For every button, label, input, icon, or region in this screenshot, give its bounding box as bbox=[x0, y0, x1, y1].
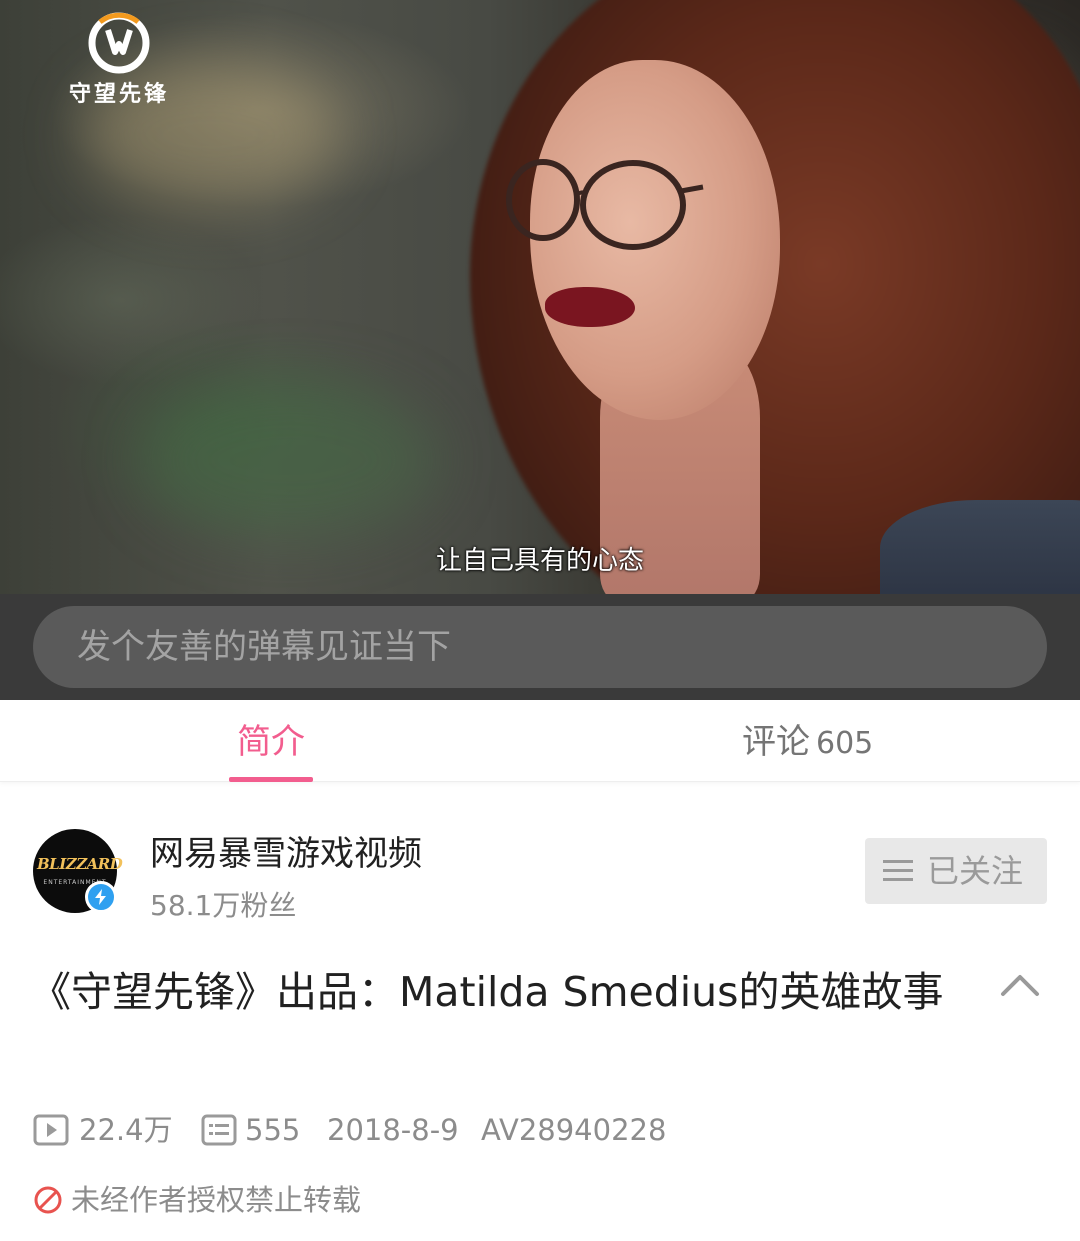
uploader-name[interactable]: 网易暴雪游戏视频 bbox=[150, 826, 422, 875]
tab-comments[interactable]: 评论 605 bbox=[742, 700, 902, 782]
background-bokeh bbox=[140, 380, 440, 540]
chevron-up-icon[interactable] bbox=[1000, 972, 1040, 998]
overwatch-logo-icon bbox=[88, 12, 150, 74]
danmaku-bar: 发个友善的弹幕见证当下 bbox=[0, 594, 1080, 700]
video-subtitle: 让自己具有的心态 bbox=[435, 546, 644, 576]
follow-button[interactable]: 已关注 bbox=[865, 838, 1047, 904]
prohibited-icon bbox=[34, 1186, 62, 1214]
avatar-logo-text: BLIZZARD bbox=[37, 855, 123, 873]
person-lips bbox=[545, 287, 635, 327]
avatar[interactable]: BLIZZARD ENTERTAINMENT bbox=[33, 829, 123, 913]
copyright-text: 未经作者授权禁止转载 bbox=[71, 1183, 362, 1217]
video-detail-page: 守望先锋 让自己具有的心态 发个友善的弹幕见证当下 简介 评论 605 BLIZZ… bbox=[0, 0, 1080, 1241]
follow-button-label: 已关注 bbox=[927, 852, 1024, 890]
view-count: 22.4万 bbox=[79, 1113, 173, 1147]
danmaku-count: 555 bbox=[245, 1113, 301, 1147]
glasses-graphic bbox=[506, 159, 704, 250]
publish-date: 2018-8-9 bbox=[327, 1113, 459, 1147]
menu-lines-icon bbox=[883, 860, 913, 881]
danmaku-icon bbox=[201, 1114, 237, 1146]
tab-comments-label: 评论 bbox=[742, 722, 810, 762]
tab-intro[interactable]: 简介 bbox=[229, 700, 313, 782]
play-icon bbox=[33, 1114, 69, 1146]
uploader-fans: 58.1万粉丝 bbox=[150, 889, 297, 922]
av-id: AV28940228 bbox=[481, 1113, 667, 1147]
active-tab-indicator bbox=[229, 777, 313, 782]
comments-count: 605 bbox=[816, 726, 874, 761]
overwatch-watermark: 守望先锋 bbox=[54, 12, 184, 107]
danmaku-input[interactable]: 发个友善的弹幕见证当下 bbox=[33, 606, 1047, 688]
lightning-verify-icon bbox=[95, 889, 106, 905]
video-player[interactable]: 守望先锋 让自己具有的心态 bbox=[0, 0, 1080, 594]
tab-intro-label: 简介 bbox=[237, 722, 305, 762]
tab-bar: 简介 评论 605 bbox=[0, 700, 1080, 782]
verified-badge bbox=[85, 881, 117, 913]
watermark-text: 守望先锋 bbox=[68, 82, 169, 107]
video-title: 《守望先锋》出品：Matilda Smedius的英雄故事 bbox=[30, 968, 944, 1016]
